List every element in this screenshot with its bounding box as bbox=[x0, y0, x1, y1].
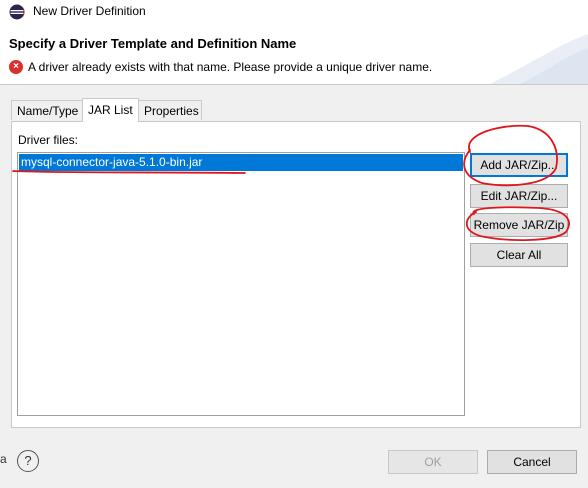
driver-files-list[interactable] bbox=[17, 152, 465, 416]
tab-label: JAR List bbox=[88, 103, 133, 117]
title-bar: New Driver Definition bbox=[0, 0, 588, 24]
clear-all-button[interactable]: Clear All bbox=[470, 243, 568, 267]
help-icon[interactable]: ? bbox=[17, 450, 39, 472]
tab-name-type[interactable]: Name/Type bbox=[11, 100, 83, 120]
cancel-button[interactable]: Cancel bbox=[487, 450, 577, 474]
add-jar-button[interactable]: Add JAR/Zip... bbox=[470, 153, 568, 177]
error-icon: × bbox=[9, 60, 23, 74]
driver-files-label: Driver files: bbox=[18, 133, 79, 147]
window-title: New Driver Definition bbox=[33, 4, 146, 18]
tab-label: Name/Type bbox=[17, 104, 79, 118]
edit-jar-button[interactable]: Edit JAR/Zip... bbox=[470, 184, 568, 208]
ok-button[interactable]: OK bbox=[388, 450, 478, 474]
list-item[interactable]: mysql-connector-java-5.1.0-bin.jar bbox=[19, 154, 463, 171]
header-title: Specify a Driver Template and Definition… bbox=[9, 36, 297, 51]
tab-label: Properties bbox=[144, 104, 199, 118]
wizard-header: Specify a Driver Template and Definition… bbox=[0, 24, 588, 84]
error-message: A driver already exists with that name. … bbox=[28, 60, 433, 74]
eclipse-app-icon bbox=[9, 4, 25, 20]
remove-jar-button[interactable]: Remove JAR/Zip bbox=[470, 213, 568, 237]
header-banner-graphic bbox=[490, 34, 588, 84]
tab-properties[interactable]: Properties bbox=[138, 100, 202, 120]
stray-text: a bbox=[0, 452, 7, 466]
tab-jar-list[interactable]: JAR List bbox=[82, 98, 139, 122]
